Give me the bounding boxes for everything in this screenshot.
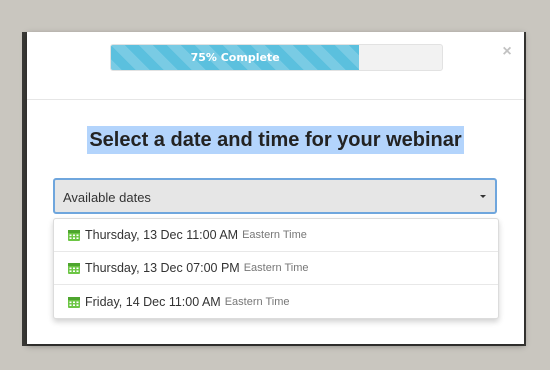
available-dates-select[interactable]: Available dates [53,178,497,214]
webinar-modal: 75% Complete × Select a date and time fo… [27,32,524,344]
timezone-label: Eastern Time [224,295,290,308]
date-option[interactable]: Thursday, 13 Dec 11:00 AM Eastern Time [54,219,498,252]
timezone-label: Eastern Time [243,262,309,274]
calendar-icon [68,263,80,274]
title-wrap: Select a date and time for your webinar [27,126,524,154]
close-icon[interactable]: × [499,44,515,60]
progress-label: 75% Complete [190,51,280,64]
date-option-label: Thursday, 13 Dec 07:00 PM [85,261,240,275]
modal-header: 75% Complete × [27,32,524,100]
select-value: Available dates [63,190,151,205]
progress-bar: 75% Complete [110,44,443,71]
chevron-down-icon [480,195,486,198]
date-options-list: Thursday, 13 Dec 11:00 AM Eastern Time T… [53,218,499,319]
date-option-label: Thursday, 13 Dec 11:00 AM [85,228,239,242]
date-option[interactable]: Thursday, 13 Dec 07:00 PM Eastern Time [54,252,498,285]
page-title: Select a date and time for your webinar [87,126,464,154]
date-option-label: Friday, 14 Dec 11:00 AM [85,294,221,309]
date-option[interactable]: Friday, 14 Dec 11:00 AM Eastern Time [54,285,498,318]
progress-fill: 75% Complete [111,45,360,70]
calendar-icon [68,296,80,308]
timezone-label: Eastern Time [242,229,307,241]
calendar-icon [68,230,80,241]
